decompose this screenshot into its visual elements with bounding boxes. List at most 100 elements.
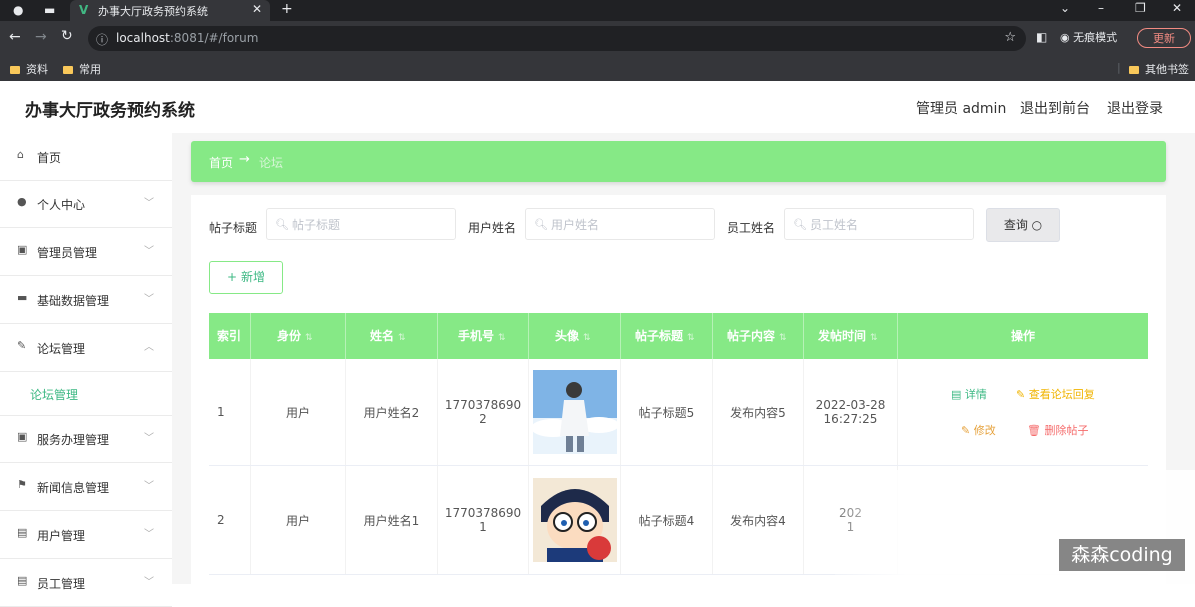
staff-icon: ▤: [17, 574, 28, 587]
logout-link[interactable]: 退出登录: [1107, 98, 1163, 118]
sidebar: ⌂ 首页 ● 个人中心 ﹀ ▣ 管理员管理 ﹀ ▬ 基础数据管理 ﹀ ✎ 论坛管…: [0, 133, 173, 607]
close-tab-icon[interactable]: ✕: [252, 2, 262, 16]
bookmark-folder-1[interactable]: 资料: [10, 61, 48, 77]
user-search-input[interactable]: [549, 216, 708, 234]
bookmark-folder-2[interactable]: 常用: [63, 61, 101, 77]
phone-line: 1770378690: [444, 398, 522, 412]
col-time[interactable]: 发帖时间 ⇅: [804, 313, 898, 359]
admin-label: 管理员 admin: [916, 101, 1007, 117]
info-icon[interactable]: ⓘ: [96, 31, 108, 48]
other-bookmarks[interactable]: 其他书签: [1129, 61, 1189, 77]
flag-icon: ⚑: [17, 478, 27, 491]
front-link[interactable]: 退出到前台: [1020, 98, 1090, 118]
sort-icon[interactable]: ⇅: [687, 333, 695, 343]
cell-avatar: [529, 359, 621, 465]
col-title[interactable]: 帖子标题 ⇅: [621, 313, 713, 359]
cell-title: 帖子标题5: [621, 359, 713, 465]
col-avatar[interactable]: 头像 ⇅: [529, 313, 621, 359]
sidebar-item-news[interactable]: ⚑ 新闻信息管理 ﹀: [0, 463, 172, 511]
bookmark-star-icon[interactable]: ☆: [1004, 30, 1016, 45]
col-label: 姓名: [370, 329, 395, 343]
col-name[interactable]: 姓名 ⇅: [346, 313, 438, 359]
url-field[interactable]: ⓘ localhost:8081/#/forum ☆: [88, 26, 1026, 51]
restore-icon[interactable]: ❐: [1135, 1, 1146, 15]
sidebar-item-label: 基础数据管理: [37, 294, 110, 308]
delete-button[interactable]: 🗑︎ 删除帖子: [1027, 422, 1088, 438]
avatar[interactable]: [532, 478, 617, 562]
view-replies-button[interactable]: ✎ 查看论坛回复: [1016, 386, 1095, 402]
chevron-down-icon: ﹀: [144, 198, 154, 209]
forward-icon[interactable]: →: [35, 29, 47, 45]
sort-icon[interactable]: ⇅: [305, 333, 313, 343]
edit-button[interactable]: ✎ 修改: [961, 422, 996, 438]
chevron-down-icon: ﹀: [144, 246, 154, 257]
watermark: 森森coding: [1059, 539, 1185, 571]
incognito-indicator[interactable]: ◉ 无痕模式: [1060, 29, 1117, 45]
other-bookmarks-label: 其他书签: [1145, 63, 1189, 76]
sort-icon[interactable]: ⇅: [870, 333, 878, 343]
sidebar-item-label: 用户管理: [37, 529, 86, 543]
col-label: 操作: [1010, 329, 1035, 343]
sidebar-item-forum[interactable]: ✎ 论坛管理 ︿: [0, 324, 172, 372]
title-search-field[interactable]: 🔍︎: [266, 208, 456, 240]
back-icon[interactable]: ←: [9, 29, 21, 45]
bookmark-divider: |: [1117, 61, 1121, 74]
detail-button[interactable]: ▤ 详情: [951, 386, 987, 402]
minimize-icon[interactable]: –: [1098, 1, 1104, 15]
sidebar-item-admin[interactable]: ▣ 管理员管理 ﹀: [0, 228, 172, 276]
search-icon: 🔍︎: [275, 218, 289, 231]
incognito-label: 无痕模式: [1073, 31, 1118, 44]
col-role[interactable]: 身份 ⇅: [251, 313, 346, 359]
sort-icon[interactable]: ⇅: [779, 333, 787, 343]
window-icon[interactable]: ▬: [44, 3, 55, 17]
close-window-icon[interactable]: ✕: [1172, 1, 1182, 15]
sidepanel-icon[interactable]: ◧: [1036, 30, 1047, 44]
reload-icon[interactable]: ↻: [61, 28, 73, 44]
avatar[interactable]: [532, 370, 617, 454]
user-search-field[interactable]: 🔍︎: [525, 208, 715, 240]
sidebar-item-profile[interactable]: ● 个人中心 ﹀: [0, 180, 172, 228]
sort-icon[interactable]: ⇅: [583, 333, 591, 343]
edit-icon: ✎: [961, 424, 971, 437]
phone-line: 1: [479, 520, 487, 534]
col-index: 索引: [209, 313, 251, 359]
sidebar-item-users[interactable]: ▤ 用户管理 ﹀: [0, 511, 172, 559]
sidebar-subitem-forum[interactable]: 论坛管理: [0, 371, 172, 416]
breadcrumb-current: 论坛: [259, 156, 284, 170]
sidebar-item-home[interactable]: ⌂ 首页: [0, 133, 172, 181]
sidebar-item-label: 个人中心: [37, 198, 86, 212]
sort-icon[interactable]: ⇅: [498, 333, 506, 343]
title-search-input[interactable]: [290, 216, 449, 234]
delete-label: 删除帖子: [1044, 424, 1089, 437]
search-icon: 🔍︎: [793, 218, 807, 231]
staff-search-field[interactable]: 🔍︎: [784, 208, 974, 240]
service-icon: ▣: [17, 430, 28, 443]
query-button[interactable]: 查询 ○: [986, 208, 1060, 242]
staff-search-input[interactable]: [808, 216, 967, 234]
sidebar-item-staff[interactable]: ▤ 员工管理 ﹀: [0, 559, 172, 607]
sidebar-item-service[interactable]: ▣ 服务办理管理 ﹀: [0, 415, 172, 463]
forum-icon: ✎: [17, 339, 27, 352]
col-actions: 操作: [898, 313, 1148, 359]
chevron-down-icon: ﹀: [144, 577, 154, 588]
sidebar-item-basedata[interactable]: ▬ 基础数据管理 ﹀: [0, 276, 172, 324]
col-phone[interactable]: 手机号 ⇅: [438, 313, 529, 359]
col-content[interactable]: 帖子内容 ⇅: [713, 313, 804, 359]
folder-icon: [10, 66, 20, 74]
user-icon: ●: [17, 195, 27, 208]
sort-icon[interactable]: ⇅: [398, 333, 406, 343]
globe-icon[interactable]: ●: [13, 3, 23, 17]
browser-tab[interactable]: V 办事大厅政务预约系统 ✕: [70, 0, 270, 21]
col-label: 身份: [277, 329, 302, 343]
bookmark-label: 资料: [26, 63, 48, 76]
breadcrumb-home[interactable]: 首页: [209, 154, 233, 171]
edit-label: 修改: [973, 424, 996, 437]
add-button[interactable]: + 新增: [209, 261, 283, 294]
new-tab-icon[interactable]: +: [281, 1, 293, 17]
chevron-down-icon[interactable]: ⌄: [1060, 1, 1070, 15]
bookmarks-bar: 资料 常用 | 其他书签: [0, 56, 1195, 82]
admin-icon: ▣: [17, 243, 28, 256]
update-button[interactable]: 更新: [1137, 28, 1191, 48]
url-text: localhost:8081/#/forum: [116, 31, 258, 45]
monitor-icon: ▬: [17, 291, 28, 304]
